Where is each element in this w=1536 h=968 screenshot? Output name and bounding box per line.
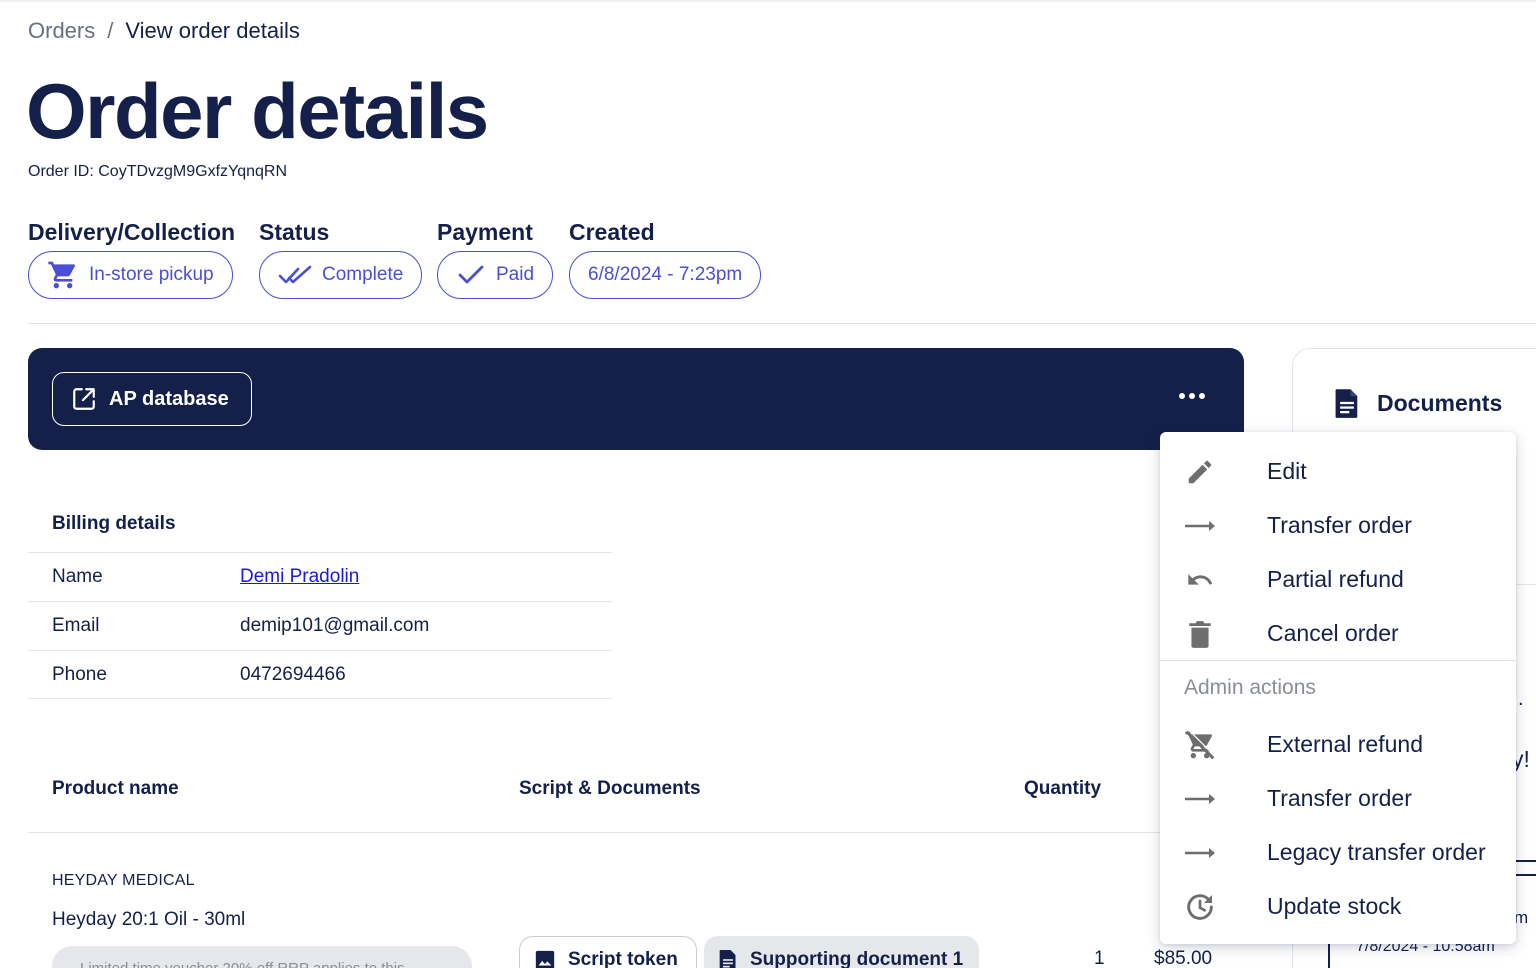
created-value: 6/8/2024 - 7:23pm bbox=[588, 264, 743, 285]
billing-key: Name bbox=[52, 566, 103, 587]
header-divider bbox=[28, 323, 1536, 324]
remove-cart-icon bbox=[1185, 729, 1216, 760]
billing-email: demip101@gmail.com bbox=[240, 615, 430, 636]
documents-title: Documents bbox=[1377, 389, 1503, 416]
actions-menu: Edit Transfer order Partial refund Cance… bbox=[1160, 432, 1516, 944]
breadcrumb-orders-link[interactable]: Orders bbox=[28, 18, 95, 44]
order-actions-banner: AP database bbox=[28, 348, 1244, 450]
menu-item-cancel-order[interactable]: Cancel order bbox=[1160, 606, 1516, 660]
double-check-icon bbox=[278, 265, 312, 284]
billing-key: Phone bbox=[52, 663, 107, 685]
product-note: Limited time voucher 20% off RRP applies… bbox=[80, 960, 405, 968]
delivery-label: Delivery/Collection bbox=[28, 219, 236, 245]
ap-database-button[interactable]: AP database bbox=[52, 372, 252, 426]
arrow-right-icon bbox=[1185, 521, 1215, 531]
header-quantity: Quantity bbox=[1024, 778, 1102, 799]
documents-peek-text-3: m bbox=[1514, 908, 1529, 927]
external-link-icon bbox=[73, 388, 95, 410]
delivery-value: In-store pickup bbox=[89, 264, 214, 285]
documents-header: Documents bbox=[1333, 387, 1502, 419]
status-group: Status Complete bbox=[259, 218, 423, 299]
supporting-document-button[interactable]: Supporting document 1 bbox=[704, 936, 980, 968]
created-label: Created bbox=[569, 219, 655, 245]
menu-item-update-stock[interactable]: Update stock bbox=[1160, 879, 1516, 933]
documents-line-1 bbox=[1516, 860, 1536, 862]
admin-actions-header: Admin actions bbox=[1184, 676, 1316, 699]
documents-timeline bbox=[1328, 940, 1330, 968]
menu-item-edit[interactable]: Edit bbox=[1160, 444, 1516, 498]
menu-item-external-refund[interactable]: External refund bbox=[1160, 717, 1516, 771]
documents-peek-text-1: . bbox=[1518, 688, 1524, 710]
payment-pill: Paid bbox=[437, 251, 554, 299]
payment-group: Payment Paid bbox=[437, 218, 554, 299]
menu-label: Partial refund bbox=[1267, 565, 1404, 592]
menu-item-legacy-transfer-order[interactable]: Legacy transfer order bbox=[1160, 825, 1516, 879]
breadcrumb-separator: / bbox=[107, 18, 114, 43]
customer-name-link[interactable]: Demi Pradolin bbox=[240, 566, 359, 587]
document-icon bbox=[1335, 389, 1358, 418]
status-value: Complete bbox=[322, 264, 404, 285]
payment-label: Payment bbox=[437, 219, 533, 245]
billing-row-name: Name Demi Pradolin bbox=[28, 552, 612, 601]
menu-label: Transfer order bbox=[1267, 511, 1412, 538]
billing-title: Billing details bbox=[52, 513, 176, 534]
undo-icon bbox=[1188, 574, 1213, 585]
product-price: $85.00 bbox=[1154, 948, 1213, 968]
image-icon bbox=[535, 950, 555, 968]
arrow-right-icon bbox=[1185, 794, 1215, 804]
menu-label: Legacy transfer order bbox=[1267, 838, 1486, 865]
menu-item-transfer-order[interactable]: Transfer order bbox=[1160, 498, 1516, 552]
breadcrumb-current: View order details bbox=[125, 18, 300, 43]
menu-label: Update stock bbox=[1267, 892, 1402, 919]
breadcrumb: Orders / View order details bbox=[28, 18, 300, 44]
status-label: Status bbox=[259, 219, 330, 245]
script-token-button[interactable]: Script token bbox=[519, 936, 697, 968]
header-product-name: Product name bbox=[52, 778, 179, 799]
product-name: Heyday 20:1 Oil - 30ml bbox=[52, 909, 246, 930]
created-pill: 6/8/2024 - 7:23pm bbox=[569, 251, 762, 299]
delivery-pill: In-store pickup bbox=[28, 251, 233, 299]
header-script-documents: Script & Documents bbox=[519, 778, 701, 799]
update-icon bbox=[1187, 894, 1213, 920]
script-token-label: Script token bbox=[568, 949, 678, 968]
documents-line-2 bbox=[1516, 874, 1536, 876]
product-quantity: 1 bbox=[1094, 948, 1105, 968]
pencil-icon bbox=[1188, 460, 1212, 484]
table-divider bbox=[28, 832, 1168, 833]
top-border bbox=[0, 0, 1536, 2]
billing-table: Name Demi Pradolin Email demip101@gmail.… bbox=[28, 552, 612, 699]
page-title: Order details bbox=[26, 67, 489, 155]
billing-row-phone: Phone 0472694466 bbox=[28, 650, 612, 699]
menu-label: Edit bbox=[1267, 457, 1307, 484]
billing-phone: 0472694466 bbox=[240, 663, 346, 685]
documents-separator bbox=[1516, 584, 1536, 585]
menu-item-partial-refund[interactable]: Partial refund bbox=[1160, 552, 1516, 606]
product-note-chip: Limited time voucher 20% off RRP applies… bbox=[52, 946, 472, 968]
delivery-group: Delivery/Collection In-store pickup bbox=[28, 218, 235, 299]
menu-label: Transfer order bbox=[1267, 784, 1412, 811]
order-id: Order ID: CoyTDvzgM9GxfzYqnqRN bbox=[28, 163, 288, 180]
created-group: Created 6/8/2024 - 7:23pm bbox=[569, 218, 762, 299]
status-pill: Complete bbox=[259, 251, 423, 299]
trash-icon bbox=[1189, 621, 1211, 648]
supporting-document-label: Supporting document 1 bbox=[750, 949, 964, 968]
menu-item-admin-transfer-order[interactable]: Transfer order bbox=[1160, 771, 1516, 825]
arrow-right-icon bbox=[1185, 848, 1215, 858]
menu-label: External refund bbox=[1267, 730, 1423, 757]
ap-database-label: AP database bbox=[109, 387, 229, 410]
check-icon bbox=[458, 265, 484, 284]
billing-key: Email bbox=[52, 615, 100, 636]
cart-icon bbox=[48, 261, 76, 289]
payment-value: Paid bbox=[496, 264, 535, 285]
document-icon bbox=[719, 950, 736, 968]
product-brand: HEYDAY MEDICAL bbox=[52, 872, 195, 889]
menu-divider bbox=[1160, 660, 1516, 661]
menu-label: Cancel order bbox=[1267, 619, 1399, 646]
more-horizontal-icon[interactable] bbox=[1174, 382, 1210, 410]
billing-row-email: Email demip101@gmail.com bbox=[28, 601, 612, 650]
